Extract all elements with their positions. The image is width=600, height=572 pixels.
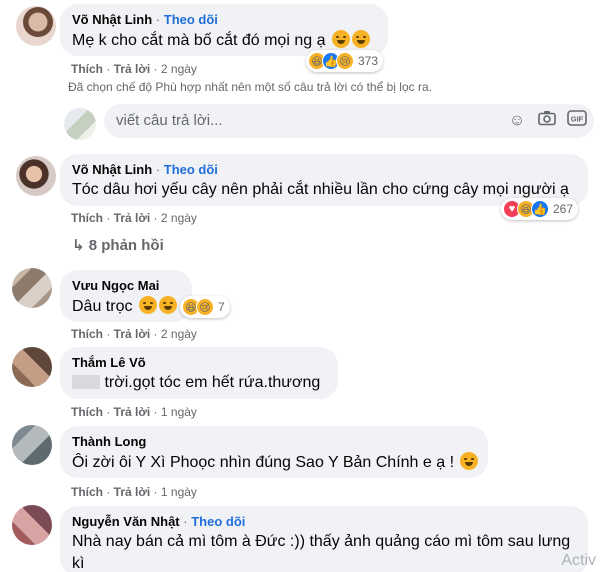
comment-bubble: Thắm Lê Võ trời.gọt tóc em hết rứa.thươn… [60,347,338,399]
view-replies-link[interactable]: ↳ 8 phản hồi [72,236,164,254]
rofl-emoji-icon [158,296,177,314]
gif-icon[interactable]: GIF [566,110,588,132]
comment-bubble: Võ Nhật Linh · Theo dõi Mẹ k cho cắt mà … [60,4,388,56]
like-button[interactable]: Thích [71,211,103,225]
avatar[interactable] [12,505,52,545]
reaction-count: 7 [218,300,225,314]
camera-icon[interactable] [536,110,558,132]
reply-arrow-icon: ↳ [72,237,85,254]
comment-author[interactable]: Thành Long [72,434,146,449]
comment-text-continued: kì [72,555,85,572]
follow-link[interactable]: Theo dõi [164,162,218,177]
comment-text: Tóc dâu hơi yếu cây nên phải cắt nhiều l… [72,181,569,198]
comment-bubble: Thành Long Ôi zời ôi Y Xì Phoọc nhìn đún… [60,426,488,478]
blurred-text [72,375,100,389]
avatar[interactable] [12,347,52,387]
emoji-icon[interactable]: ☺ [506,110,528,132]
reaction-summary[interactable]: ♥ 😆 👍 267 [501,198,579,220]
reaction-summary[interactable]: 😆 👍 😢 373 [306,50,384,72]
timestamp[interactable]: 1 ngày [161,485,197,499]
avatar [64,108,96,140]
reaction-count: 373 [358,54,379,68]
follow-link[interactable]: Theo dõi [191,514,245,529]
comment-text: Mẹ k cho cắt mà bố cắt đó mọi ng ạ [72,32,326,49]
comment-text: Dâu trọc [72,298,133,315]
reply-button[interactable]: Trả lời [114,211,151,225]
sad-icon: 😢 [196,298,214,316]
comment-author[interactable]: Thắm Lê Võ [72,355,146,370]
avatar[interactable] [12,268,52,308]
avatar[interactable] [12,425,52,465]
grin-emoji-icon [331,30,350,48]
reply-button[interactable]: Trả lời [114,485,151,499]
like-icon: 👍 [531,200,549,218]
comment-text: Ôi zời ôi Y Xì Phoọc nhìn đúng Sao Y Bản… [72,454,455,471]
avatar[interactable] [16,156,56,196]
comment-author[interactable]: Võ Nhật Linh [72,12,152,27]
timestamp[interactable]: 2 ngày [161,327,197,341]
like-button[interactable]: Thích [71,405,103,419]
timestamp[interactable]: 2 ngày [161,62,197,76]
comment-author[interactable]: Võ Nhật Linh [72,162,152,177]
like-button[interactable]: Thích [71,327,103,341]
activation-watermark: Activ [561,552,596,569]
comment-bubble: Nguyễn Văn Nhật · Theo dõi Nhà nay bán c… [60,506,588,572]
reaction-summary[interactable]: 😆 😢 7 [180,296,230,318]
comment-bubble: Vưu Ngọc Mai Dâu trọc [60,270,192,322]
reply-box[interactable]: ☺ GIF [104,104,594,138]
follow-link[interactable]: Theo dõi [164,12,218,27]
comment-author[interactable]: Nguyễn Văn Nhật [72,514,180,529]
timestamp[interactable]: 2 ngày [161,211,197,225]
reply-button[interactable]: Trả lời [114,62,151,76]
sad-icon: 😢 [336,52,354,70]
filter-note: Đã chọn chế độ Phù hợp nhất nên một số c… [68,80,432,94]
reaction-count: 267 [553,202,574,216]
comment-text: trời.gọt tóc em hết rứa.thương [104,374,321,391]
gif-label: GIF [571,115,584,124]
like-button[interactable]: Thích [71,62,103,76]
like-button[interactable]: Thích [71,485,103,499]
grin-emoji-icon [460,452,479,470]
comment-text: Nhà nay bán cả mì tôm à Đức :)) thấy ảnh… [72,533,571,550]
reply-button[interactable]: Trả lời [114,327,151,341]
reply-button[interactable]: Trả lời [114,405,151,419]
reply-input[interactable] [116,112,496,129]
grin-emoji-icon [351,30,370,48]
rofl-emoji-icon [138,296,157,314]
comment-author[interactable]: Vưu Ngọc Mai [72,278,159,293]
timestamp[interactable]: 1 ngày [161,405,197,419]
avatar[interactable] [16,6,56,46]
